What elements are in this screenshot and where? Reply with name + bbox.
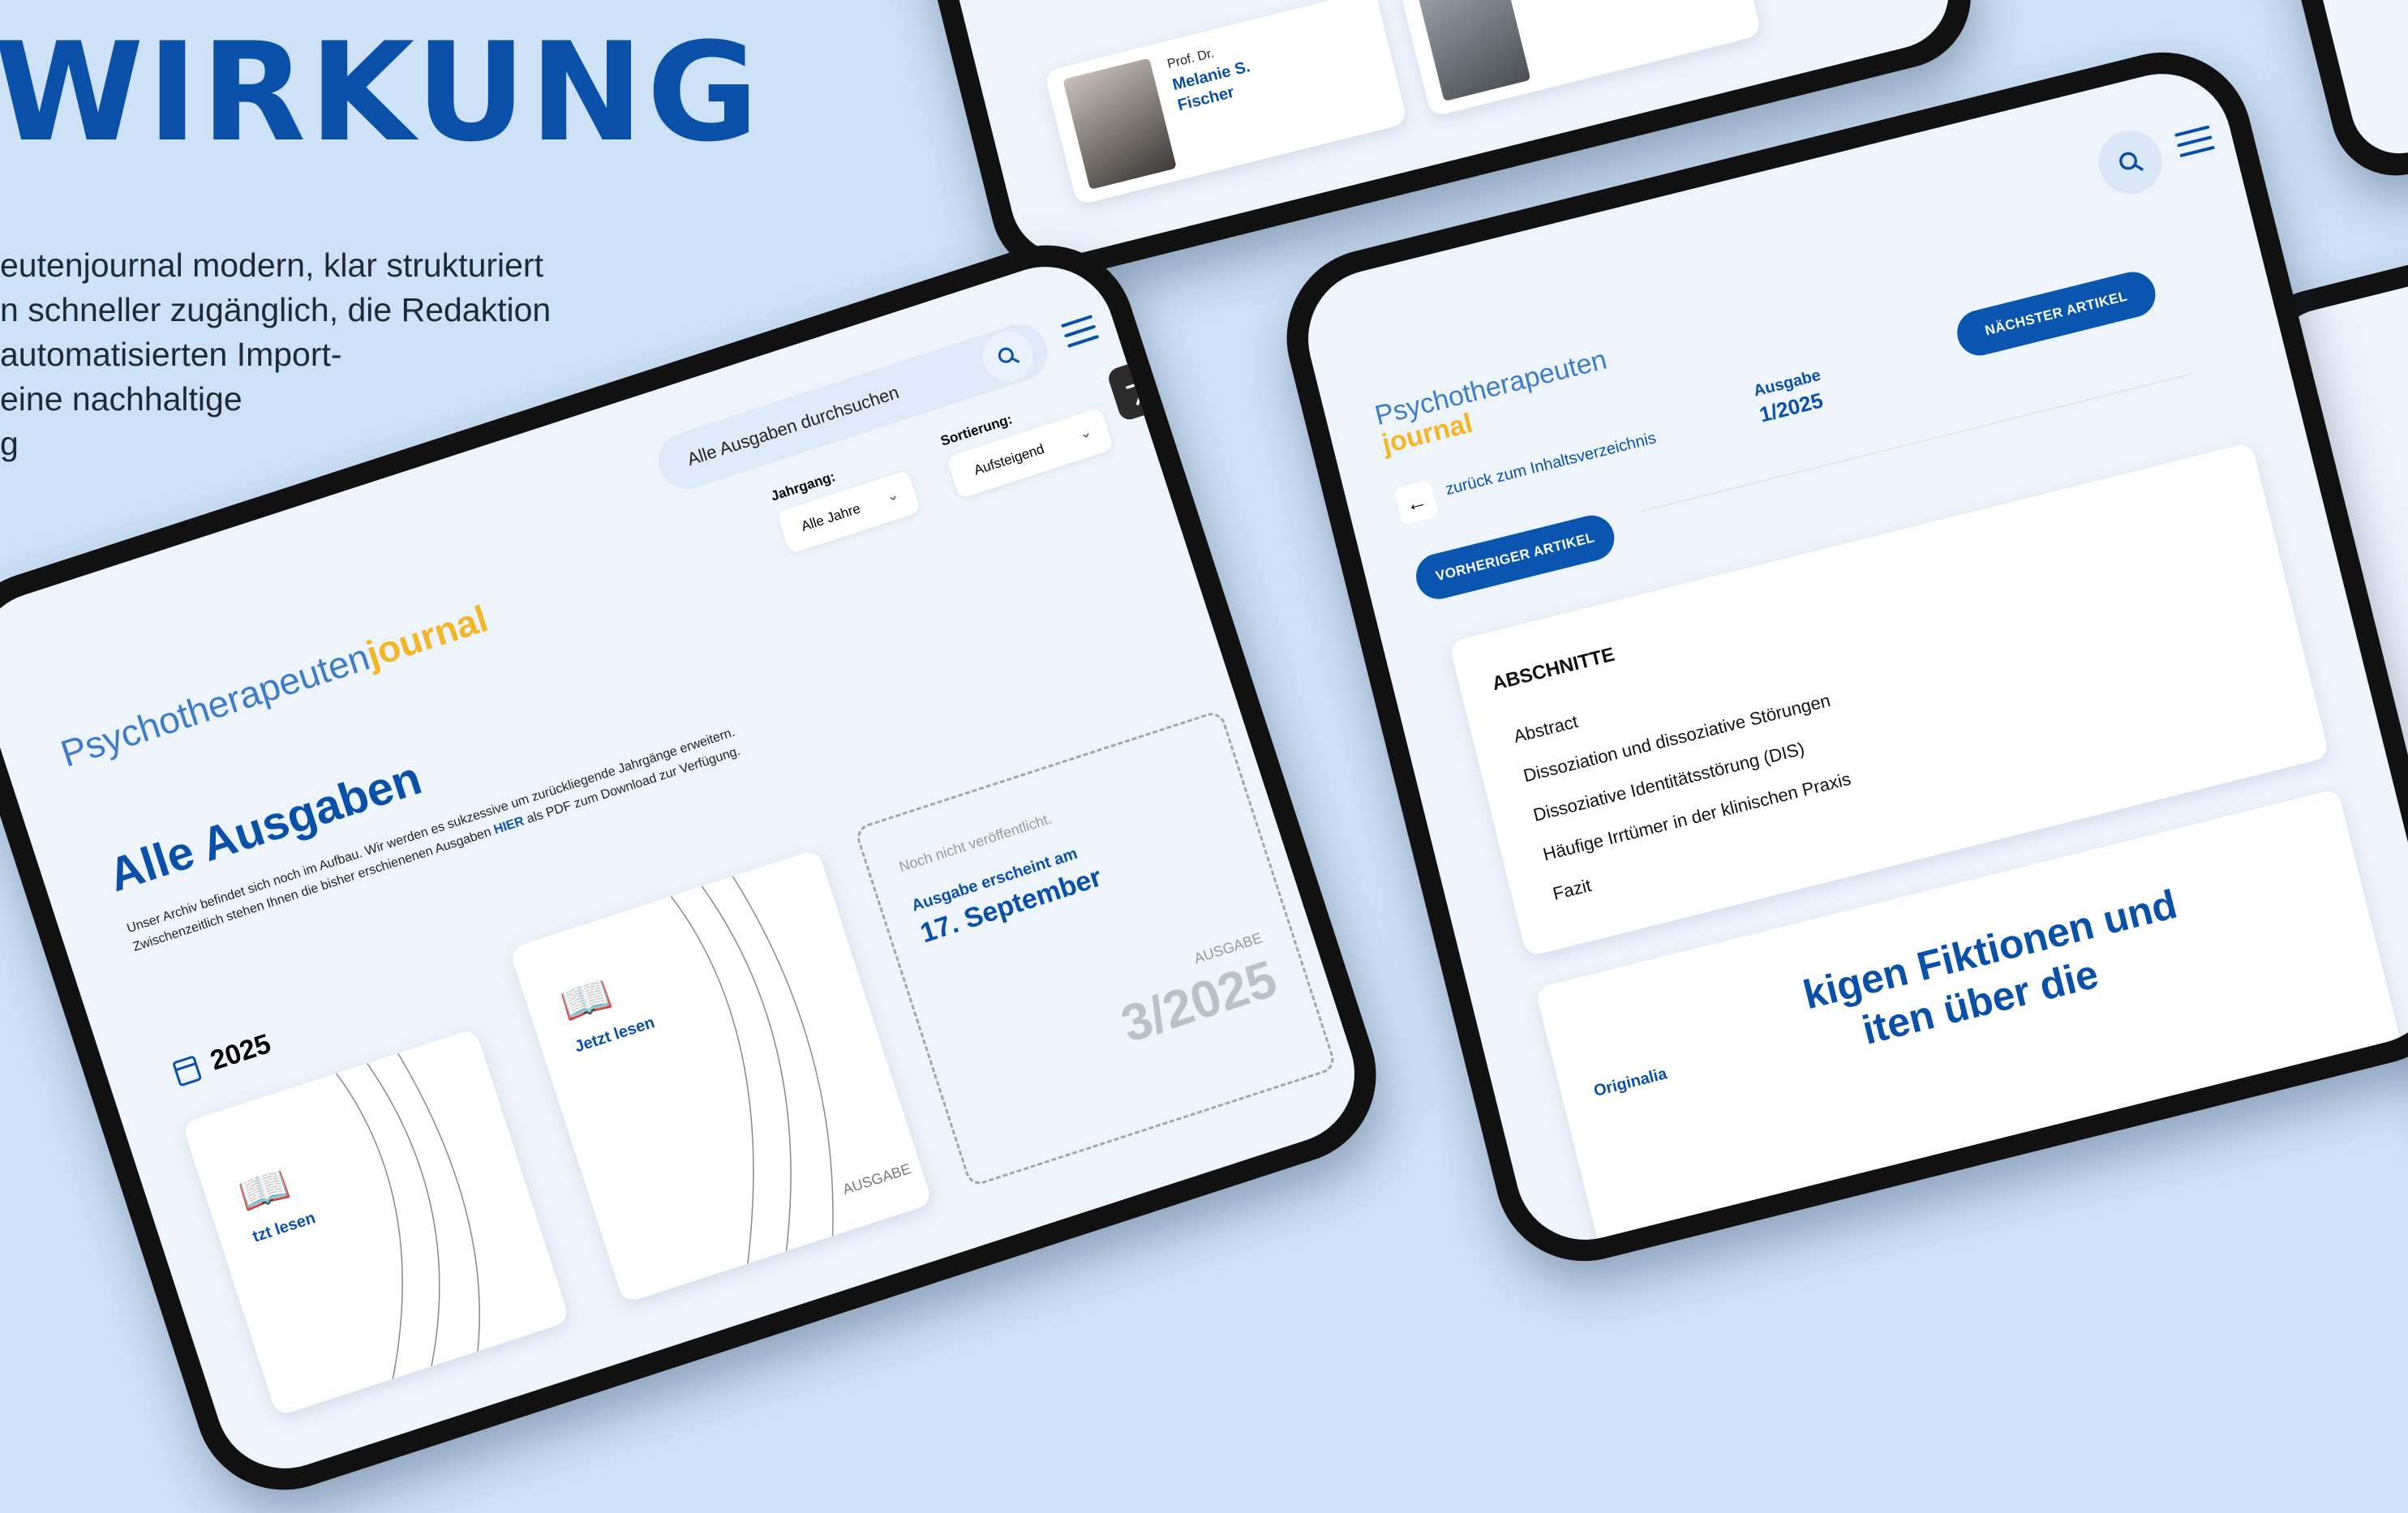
sort-value: Aufsteigend [972, 440, 1046, 478]
search-placeholder: Alle Ausgaben durchsuchen [685, 382, 902, 470]
hero-line: n schneller zugänglich, die Redaktion [0, 291, 552, 328]
year-heading-text: 2025 [206, 1028, 275, 1077]
previous-article-button[interactable]: VORHERIGER ARTIKEL [1411, 510, 1620, 604]
right-tablet-top [2254, 0, 2408, 190]
section-link[interactable]: Fazit [1551, 875, 1594, 905]
author-photo [1416, 0, 1531, 102]
next-article-button[interactable]: NÄCHSTER ARTIKEL [1952, 267, 2161, 361]
card-decoration [670, 876, 834, 1264]
upcoming-issue-card: Noch nicht veröffentlicht. Ausgabe ersch… [853, 709, 1338, 1188]
chevron-down-icon: ⌄ [884, 486, 901, 505]
right-tablet-top-screen [2279, 0, 2408, 164]
hero-title: WIRKUNG [0, 13, 762, 172]
menu-icon[interactable] [2174, 125, 2217, 164]
sections-title: ABSCHNITTE [1490, 643, 1617, 696]
article-tablet: Psychotherapeuten journal ← zurück zum I… [1268, 33, 2408, 1280]
site-logo[interactable]: Psychotherapeutenjournal [55, 596, 493, 775]
issue-card[interactable]: 📖 Jetzt lesen AUSGABE [509, 848, 934, 1304]
chevron-down-icon: ⌄ [1076, 422, 1094, 443]
back-to-toc-link[interactable]: zurück zum Inhaltsverzeichnis [1444, 429, 1658, 499]
author-photo [1062, 58, 1177, 190]
section-link[interactable]: Abstract [1512, 711, 1581, 748]
year-heading: 2025 [170, 1028, 275, 1089]
search-icon[interactable] [2092, 123, 2170, 201]
card-decoration [335, 1052, 480, 1379]
menu-icon[interactable] [1060, 315, 1101, 354]
article-category: Originalia [1591, 1065, 1669, 1100]
sort-select[interactable]: Aufsteigend ⌄ [946, 407, 1114, 499]
calendar-icon [172, 1055, 202, 1086]
author-card[interactable] [1397, 0, 1762, 118]
logo-accent: journal [361, 597, 493, 676]
year-filter-value: Alle Jahre [799, 500, 863, 534]
article-screen: Psychotherapeuten journal ← zurück zum I… [1293, 58, 2408, 1255]
hero-line: eutenjournal modern, klar strukturiert [0, 246, 543, 284]
issue-card[interactable]: 📖 tzt lesen [182, 1028, 571, 1417]
search-icon[interactable] [976, 324, 1040, 388]
logo-text: Psychotherapeuten [55, 635, 375, 775]
site-logo[interactable]: Psychotherapeuten journal [1371, 344, 1617, 460]
hero-line: automatisierten Import- [0, 336, 342, 373]
accessibility-icon[interactable] [1105, 354, 1174, 422]
author-card[interactable]: Prof. Dr. Melanie S. Fischer [1044, 0, 1408, 206]
back-arrow-icon[interactable]: ← [1393, 479, 1440, 525]
